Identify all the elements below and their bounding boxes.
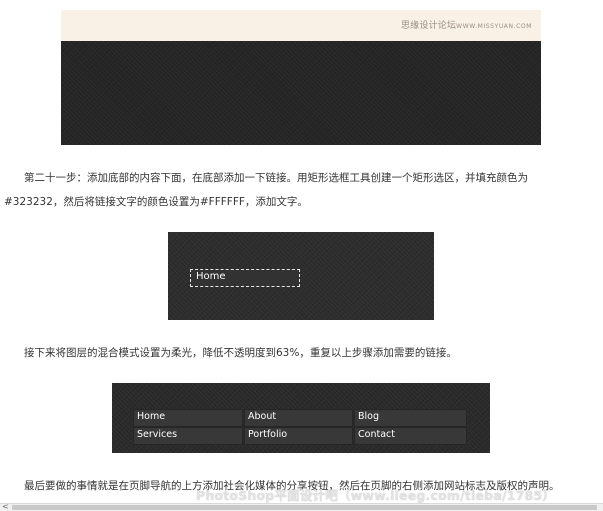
step21-line1: 第二十一步：添加底部的内容下面，在底部添加一下链接。用矩形选框工具创建一个矩形选… <box>24 172 528 184</box>
footer-link-label: Home <box>137 411 166 422</box>
footer-link-label: Portfolio <box>248 429 288 440</box>
scroll-left-arrow-icon[interactable]: < <box>2 502 9 511</box>
step21-line2: #323232，然后将链接文字的颜色设置为#FFFFFF，添加文字。 <box>4 196 308 208</box>
home-link-text: Home <box>196 271 226 282</box>
footer-link-home: Home <box>133 409 243 427</box>
scrollbar-thumb[interactable] <box>12 505 597 510</box>
rectangle-marquee-selection: Home <box>190 269 300 287</box>
footer-link-label: Services <box>137 429 178 440</box>
site-label: 思缘设计论坛WWW.MISSYUAN.COM <box>401 18 532 31</box>
footer-link-label: Contact <box>358 429 395 440</box>
site-watermark: PhotoShop平面设计吧（www.lieeg.com/tieba/1785） <box>196 488 556 503</box>
footer-link-label: Blog <box>358 411 379 422</box>
header-band: 思缘设计论坛WWW.MISSYUAN.COM <box>61 10 541 41</box>
horizontal-scrollbar[interactable]: < <box>0 502 603 511</box>
footer-link-about: About <box>244 409 353 427</box>
footer-link-services: Services <box>133 427 243 445</box>
footer-link-contact: Contact <box>354 427 467 445</box>
footer-link-portfolio: Portfolio <box>244 427 353 445</box>
dark-textured-area <box>61 41 541 145</box>
footer-link-label: About <box>248 411 277 422</box>
footer-link-blog: Blog <box>354 409 467 427</box>
blend-mode-paragraph: 接下来将图层的混合模式设置为柔光，降低不透明度到63%，重复以上步骤添加需要的链… <box>24 347 457 359</box>
site-label-cn: 思缘设计论坛 <box>400 21 457 31</box>
site-label-url: WWW.MISSYUAN.COM <box>456 23 532 30</box>
figure-footer-links: Home About Blog Services Portfolio Conta… <box>112 383 490 453</box>
figure-footer-background: 思缘设计论坛WWW.MISSYUAN.COM <box>61 10 541 145</box>
figure-home-link-selection: Home <box>168 232 434 320</box>
